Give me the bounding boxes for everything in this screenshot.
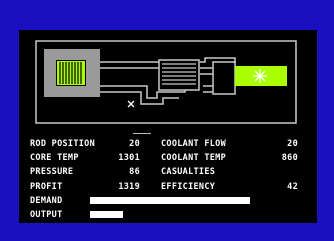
stats-row: PROFIT 1319 EFFICIENCY 42 <box>30 180 310 194</box>
game-window: { "stats": { "rod_position_label": "ROD … <box>0 0 334 241</box>
valve-icon <box>127 100 135 108</box>
pressure-value: 86 <box>129 167 140 178</box>
pressure-label: PRESSURE <box>30 167 74 178</box>
demand-row: DEMAND <box>30 194 310 208</box>
efficiency-label: EFFICIENCY <box>161 181 216 192</box>
stats-row: PRESSURE 86 CASUALTIES <box>30 165 310 179</box>
secondary-loop <box>212 61 236 95</box>
stats-panel: ROD POSITION 20 COOLANT FLOW 20 CORE TEM… <box>30 133 310 222</box>
demand-bar <box>90 196 250 204</box>
rod-position-value: 20 <box>129 139 140 149</box>
output-label: OUTPUT <box>30 209 63 220</box>
rod-position-label: ROD POSITION <box>30 139 96 149</box>
coolant-temp-value: 860 <box>281 153 298 164</box>
coolant-temp-label: COOLANT TEMP <box>161 153 227 164</box>
heat-exchanger <box>158 59 200 91</box>
coolant-flow-value: 20 <box>287 139 298 149</box>
reactor-core <box>57 61 85 85</box>
stats-row: ROD POSITION 20 COOLANT FLOW 20 <box>30 137 310 151</box>
rod-position-marker <box>133 133 151 134</box>
coolant-flow-label: COOLANT FLOW <box>161 139 227 149</box>
profit-value: 1319 <box>118 181 140 192</box>
game-screen: ROD POSITION 20 COOLANT FLOW 20 CORE TEM… <box>19 30 317 223</box>
output-bar <box>90 210 123 218</box>
core-temp-label: CORE TEMP <box>30 153 79 164</box>
reactor-schematic <box>35 40 297 124</box>
core-temp-value: 1301 <box>118 153 140 164</box>
output-row: OUTPUT <box>30 208 310 222</box>
casualties-label: CASUALTIES <box>161 167 216 178</box>
spark-icon <box>253 69 267 83</box>
turbine <box>235 66 287 86</box>
demand-label: DEMAND <box>30 195 63 206</box>
efficiency-value: 42 <box>287 181 298 192</box>
stats-row: CORE TEMP 1301 COOLANT TEMP 860 <box>30 151 310 165</box>
profit-label: PROFIT <box>30 181 63 192</box>
